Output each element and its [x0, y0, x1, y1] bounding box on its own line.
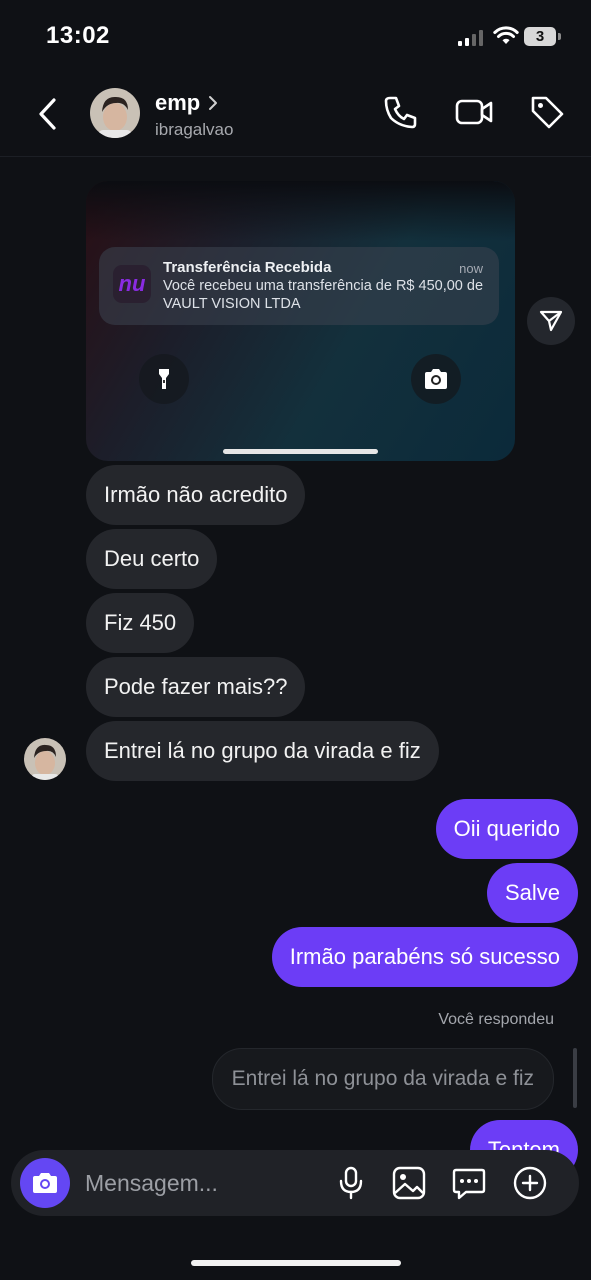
message-outgoing[interactable]: Salve: [486, 863, 578, 923]
camera-button[interactable]: [20, 1158, 70, 1208]
nubank-logo: nu: [113, 265, 151, 303]
chevron-right-icon: [209, 96, 218, 110]
phone-icon[interactable]: [381, 92, 421, 132]
chat-header: emp ibragalvao: [0, 72, 591, 157]
status-time: 13:02: [46, 22, 110, 49]
tag-icon[interactable]: [527, 92, 567, 132]
bank-notification: nu Transferência Recebida now Você receb…: [99, 247, 499, 325]
notification-time: now: [459, 261, 483, 276]
message-outgoing[interactable]: Oii querido: [435, 799, 578, 859]
battery-level: 3: [524, 27, 556, 46]
microphone-icon[interactable]: [331, 1163, 371, 1203]
share-send-icon[interactable]: [527, 297, 575, 345]
camera-icon: [33, 1173, 57, 1193]
gallery-icon[interactable]: [389, 1163, 429, 1203]
reply-indicator-line: [573, 1048, 577, 1108]
contact-username: ibragalvao: [155, 120, 234, 139]
message-outgoing[interactable]: Irmão parabéns só sucesso: [271, 927, 578, 987]
message-input[interactable]: [85, 1158, 325, 1208]
message-incoming[interactable]: Deu certo: [86, 529, 218, 589]
battery-icon: 3: [524, 27, 562, 47]
status-bar: 13:02 3: [0, 0, 591, 72]
message-incoming[interactable]: Pode fazer mais??: [86, 657, 306, 717]
signal-icon: [458, 30, 483, 46]
shared-story-screenshot[interactable]: nu Transferência Recebida now Você receb…: [86, 181, 515, 461]
contact-name-row[interactable]: emp: [155, 90, 220, 116]
message-incoming[interactable]: Entrei lá no grupo da virada e fiz: [86, 721, 439, 781]
home-indicator: [191, 1260, 401, 1266]
profile-avatar[interactable]: [90, 88, 140, 138]
sender-avatar[interactable]: [24, 738, 66, 780]
add-plus-icon[interactable]: [510, 1163, 550, 1203]
quoted-reply[interactable]: Entrei lá no grupo da virada e fiz: [211, 1048, 554, 1110]
sticker-chat-icon[interactable]: [449, 1163, 489, 1203]
replied-label: Você respondeu: [438, 1011, 554, 1028]
wifi-icon: [493, 26, 519, 44]
screenshot-home-indicator: [223, 449, 378, 454]
message-composer: [11, 1150, 579, 1216]
camera-icon: [411, 354, 461, 404]
back-arrow-icon[interactable]: [30, 92, 66, 136]
notification-title: Transferência Recebida: [163, 259, 332, 276]
message-incoming[interactable]: Fiz 450: [86, 593, 195, 653]
contact-name[interactable]: emp: [155, 90, 200, 116]
message-incoming[interactable]: Irmão não acredito: [86, 465, 306, 525]
flashlight-icon: [139, 354, 189, 404]
notification-body: Você recebeu uma transferência de R$ 450…: [163, 278, 484, 312]
video-call-icon[interactable]: [454, 92, 494, 132]
